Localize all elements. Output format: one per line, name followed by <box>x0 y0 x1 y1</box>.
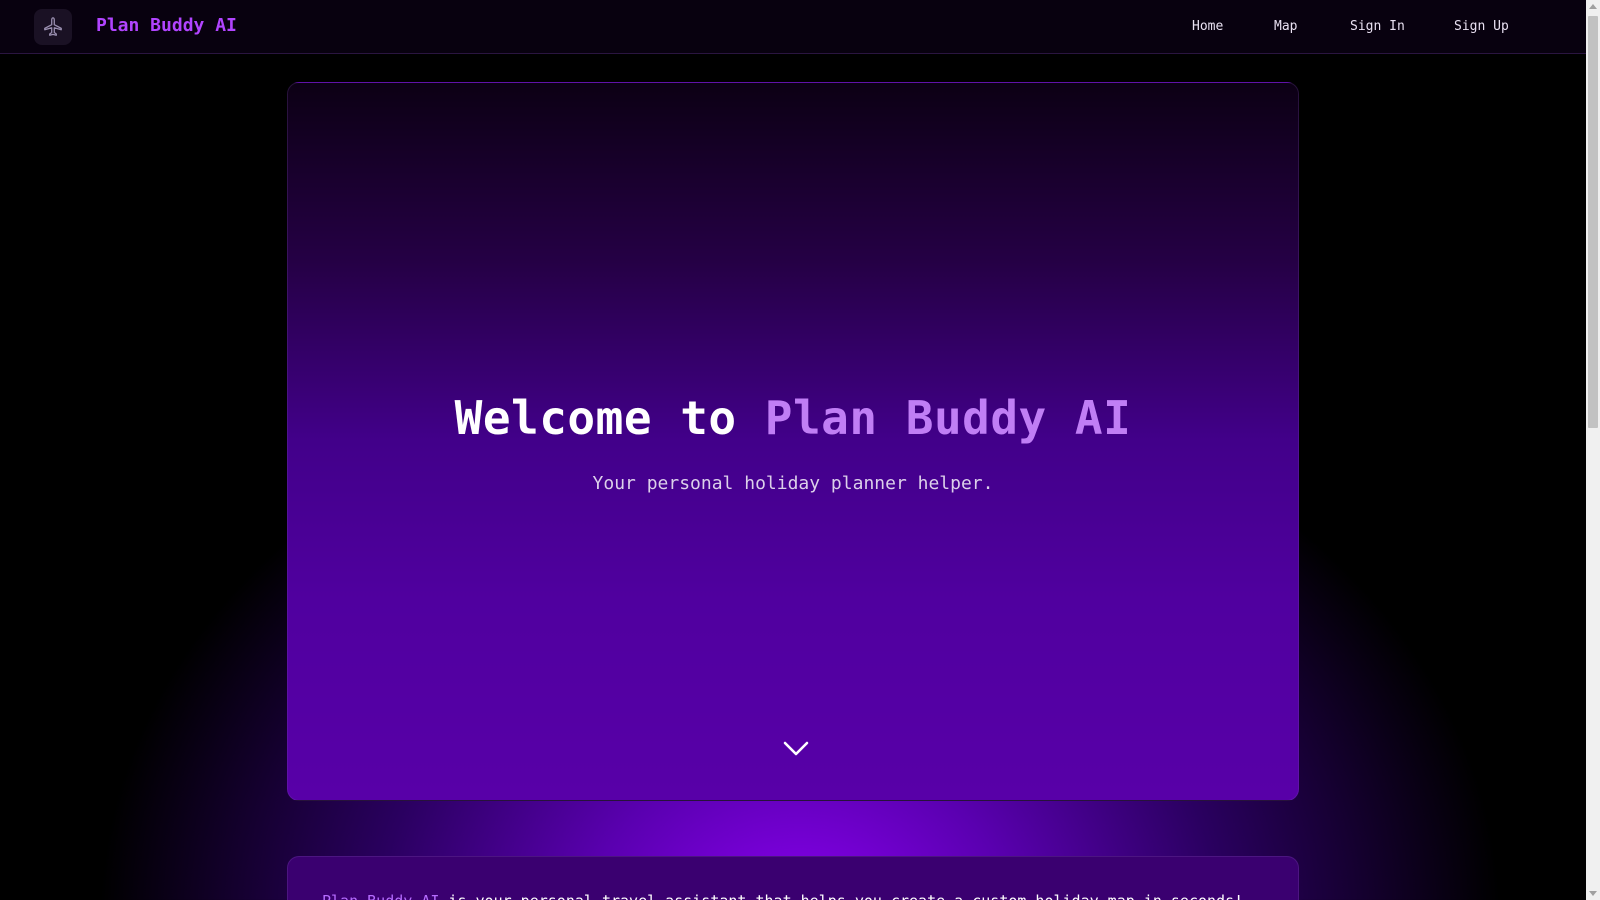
scroll-down-arrow-icon[interactable] <box>1589 891 1597 896</box>
about-body: is your personal travel assistant that h… <box>439 892 1243 900</box>
nav-link-home[interactable]: Home <box>1192 19 1223 34</box>
nav-link-sign-in[interactable]: Sign In <box>1350 19 1405 34</box>
nav-link-sign-up[interactable]: Sign Up <box>1454 19 1509 34</box>
scroll-up-arrow-icon[interactable] <box>1589 4 1597 9</box>
hero-title: Welcome to Plan Buddy AI <box>288 391 1298 445</box>
hero-card: Welcome to Plan Buddy AI Your personal h… <box>287 82 1299 801</box>
hero-title-prefix: Welcome to <box>454 391 765 445</box>
about-text: Plan Buddy AI is your personal travel as… <box>322 892 1243 900</box>
nav-link-map[interactable]: Map <box>1274 19 1297 34</box>
chevron-down-icon[interactable] <box>782 739 810 759</box>
hero-title-accent: Plan Buddy AI <box>764 391 1132 445</box>
vertical-scrollbar[interactable] <box>1586 0 1600 900</box>
about-card: Plan Buddy AI is your personal travel as… <box>287 856 1299 900</box>
scrollbar-thumb[interactable] <box>1588 16 1598 428</box>
top-navbar: Plan Buddy AI Home Map Sign In Sign Up <box>0 0 1586 54</box>
about-accent: Plan Buddy AI <box>322 892 439 900</box>
hero-subtitle: Your personal holiday planner helper. <box>592 473 994 494</box>
nav-links: Home Map Sign In Sign Up <box>0 0 1586 54</box>
